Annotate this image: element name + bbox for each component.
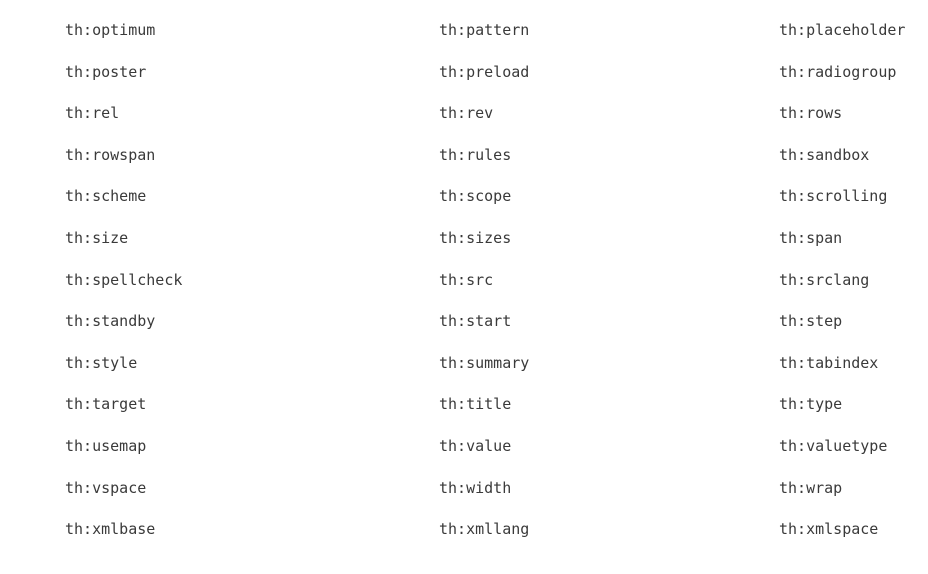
attribute-name: th:scheme [65, 187, 147, 206]
table-row: th:target th:title th:type [0, 384, 928, 426]
table-row: th:vspace th:width th:wrap [0, 468, 928, 510]
attribute-name: th:sizes [439, 228, 512, 247]
attribute-name: th:rows [779, 104, 843, 123]
attribute-name: th:size [65, 228, 129, 247]
attribute-name: th:width [439, 478, 512, 497]
attribute-name: th:rev [439, 104, 494, 123]
attribute-name: th:title [439, 395, 512, 414]
attribute-name: th:wrap [779, 478, 843, 497]
attribute-name: th:start [439, 312, 512, 331]
table-row: th:style th:summary th:tabindex [0, 343, 928, 385]
attribute-name: th:usemap [65, 436, 147, 455]
attribute-name: th:target [65, 395, 147, 414]
attribute-name: th:src [439, 270, 494, 289]
attribute-name: th:style [65, 353, 138, 372]
attribute-name: th:summary [439, 353, 530, 372]
attribute-name: th:scrolling [779, 187, 888, 206]
attribute-name: th:scope [439, 187, 512, 206]
table-row: th:rowspan th:rules th:sandbox [0, 135, 928, 177]
table-row: th:size th:sizes th:span [0, 218, 928, 260]
table-row: th:scheme th:scope th:scrolling [0, 176, 928, 218]
attribute-name: th:srclang [779, 270, 870, 289]
attribute-name: th:rules [439, 145, 512, 164]
attribute-name: th:value [439, 436, 512, 455]
table-row: th:optimum th:pattern th:placeholder [0, 10, 928, 52]
attribute-name: th:rowspan [65, 145, 156, 164]
attribute-name: th:span [779, 228, 843, 247]
attribute-name: th:optimum [65, 21, 156, 39]
attribute-name: th:pattern [439, 21, 530, 39]
attribute-name: th:vspace [65, 478, 147, 497]
attribute-name: th:tabindex [779, 353, 879, 372]
attribute-name: th:placeholder [779, 21, 906, 39]
attribute-table: th:optimum th:pattern th:placeholder th:… [0, 10, 928, 551]
attribute-name: th:sandbox [779, 145, 870, 164]
attribute-name: th:xmlbase [65, 520, 156, 539]
attribute-name: th:step [779, 312, 843, 331]
table-row: th:standby th:start th:step [0, 301, 928, 343]
table-row: th:xmlbase th:xmllang th:xmlspace [0, 509, 928, 551]
attribute-name: th:spellcheck [65, 270, 183, 289]
attribute-name: th:type [779, 395, 843, 414]
attribute-name: th:xmlspace [779, 520, 879, 539]
attribute-name: th:valuetype [779, 436, 888, 455]
attribute-name: th:poster [65, 62, 147, 81]
attribute-name: th:preload [439, 62, 530, 81]
attribute-name: th:standby [65, 312, 156, 331]
attribute-name: th:rel [65, 104, 120, 123]
attribute-name: th:radiogroup [779, 62, 897, 81]
attribute-name: th:xmllang [439, 520, 530, 539]
table-row: th:usemap th:value th:valuetype [0, 426, 928, 468]
table-row: th:rel th:rev th:rows [0, 93, 928, 135]
table-row: th:spellcheck th:src th:srclang [0, 260, 928, 302]
table-row: th:poster th:preload th:radiogroup [0, 52, 928, 94]
